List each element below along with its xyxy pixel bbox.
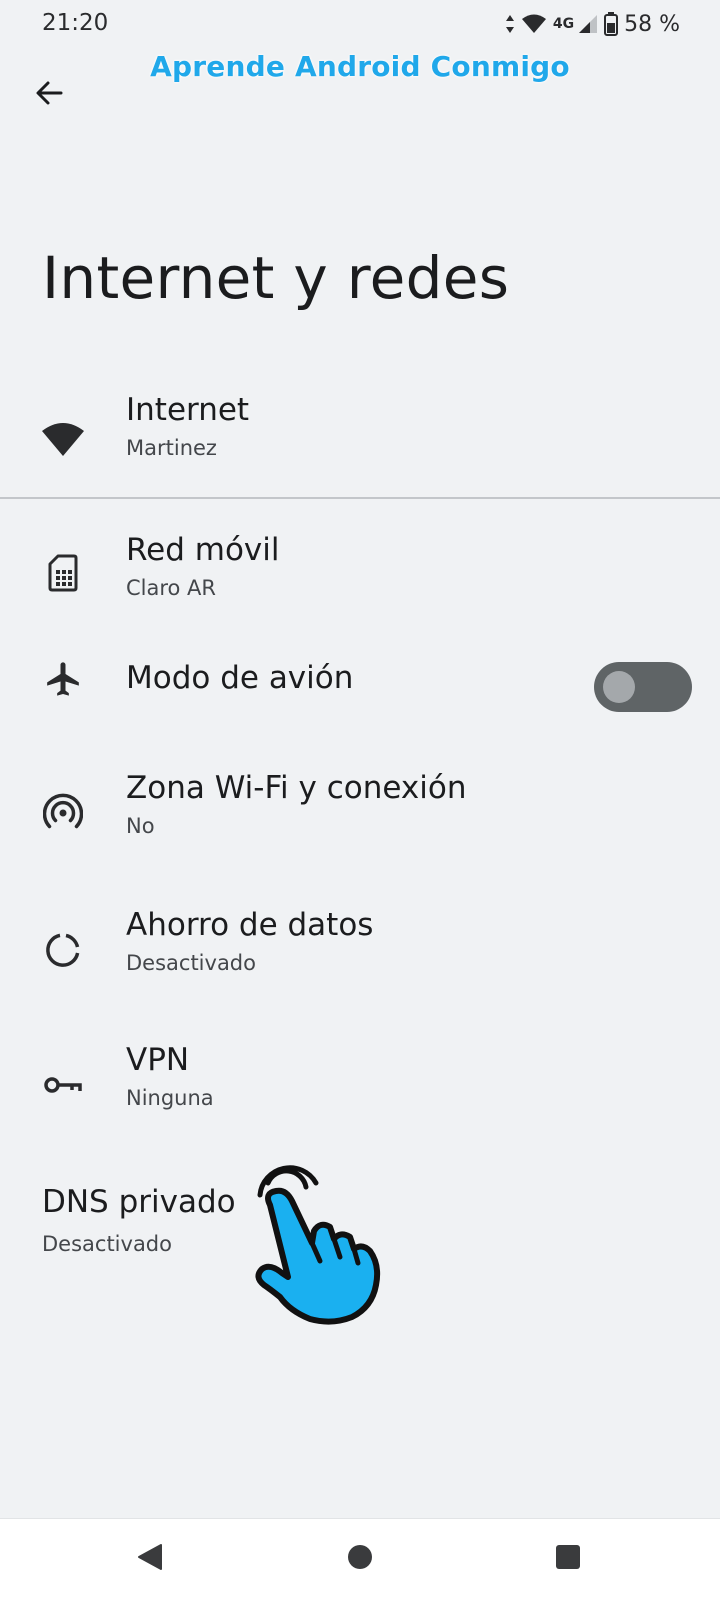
page-title: Internet y redes [42,244,510,312]
list-item-data-saver[interactable]: Ahorro de datos Desactivado [0,895,720,1005]
airplane-mode-toggle[interactable] [594,662,692,712]
battery-percent: 58 % [624,11,680,37]
cell-signal-icon [578,14,598,34]
watermark: Aprende Android Conmigo [150,50,570,83]
arrow-left-icon [34,78,64,112]
status-icons: 4G 58 % [505,8,680,40]
status-time: 21:20 [42,10,109,36]
vpn-key-icon [40,1062,86,1108]
item-title: Zona Wi-Fi y conexión [126,770,467,806]
airplane-icon [40,656,86,702]
item-title: Ahorro de datos [126,907,374,943]
sim-card-icon [40,550,86,596]
list-item-internet[interactable]: Internet Martinez [0,380,720,490]
data-saver-icon [40,927,86,973]
nav-recents-button[interactable] [548,1539,588,1579]
item-title: Red móvil [126,532,280,568]
item-subtitle: Desactivado [126,951,256,975]
data-activity-icon [505,14,515,34]
list-item-hotspot[interactable]: Zona Wi-Fi y conexión No [0,758,720,868]
square-recents-icon [555,1544,581,1574]
nav-home-button[interactable] [340,1539,380,1579]
circle-home-icon [347,1544,373,1574]
navigation-bar [0,1518,720,1599]
item-title: Modo de avión [126,660,354,696]
battery-icon [604,12,619,36]
status-bar: 21:20 4G 58 % [0,0,720,50]
divider [0,497,720,499]
back-button[interactable] [26,72,72,118]
list-item-vpn[interactable]: VPN Ninguna [0,1030,720,1140]
network-type: 4G [552,16,575,32]
pointing-hand-icon [240,1165,390,1339]
item-title: Internet [126,392,250,428]
item-subtitle: Martinez [126,436,217,460]
wifi-icon [40,416,86,462]
item-subtitle: No [126,814,155,838]
hotspot-icon [40,790,86,836]
dns-subtitle: Desactivado [42,1232,172,1256]
triangle-back-icon [137,1543,163,1575]
item-title: VPN [126,1042,190,1078]
toggle-thumb [603,671,635,703]
list-item-airplane-mode[interactable]: Modo de avión [0,648,720,728]
nav-back-button[interactable] [130,1539,170,1579]
item-subtitle: Ninguna [126,1086,214,1110]
item-subtitle: Claro AR [126,576,217,600]
dns-title: DNS privado [42,1184,236,1220]
list-item-mobile-network[interactable]: Red móvil Claro AR [0,520,720,630]
wifi-status-icon [521,14,547,34]
